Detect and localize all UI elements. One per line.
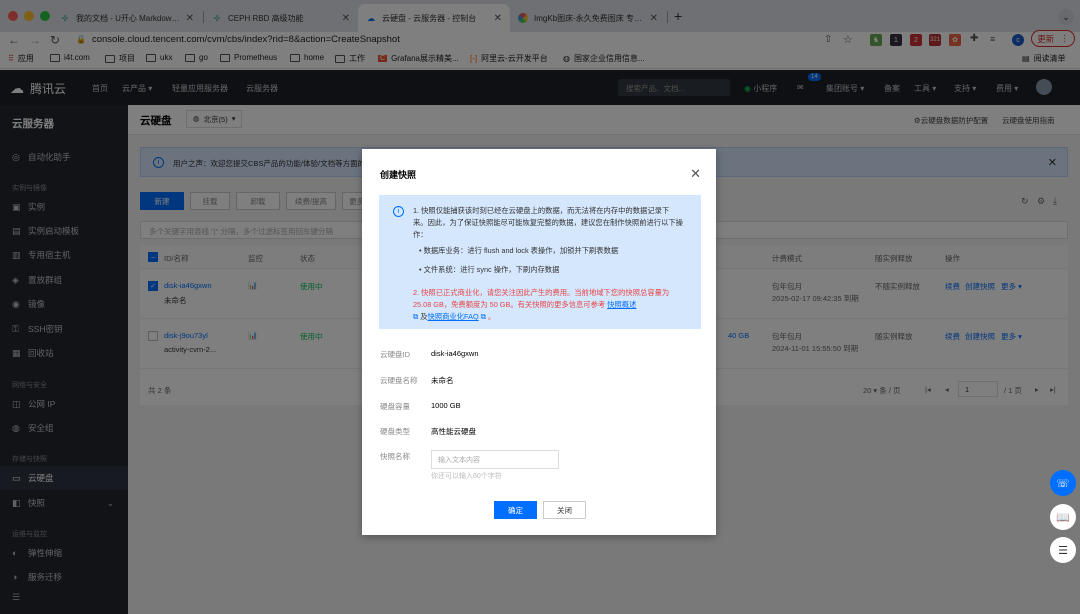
- tip-line-billing: 2. 快照已正式商业化，请您关注因此产生的费用。当前地域下您的快照总容量为 25…: [413, 288, 670, 321]
- disk-name-value: 未命名: [431, 376, 454, 385]
- disk-type-value: 高性能云硬盘: [431, 427, 476, 436]
- field-label: 硬盘类型: [380, 427, 410, 436]
- dialog-title: 创建快照: [380, 170, 417, 180]
- snapshot-faq-link[interactable]: 快照商业化FAQ: [428, 312, 479, 321]
- field-label: 云硬盘名称: [380, 376, 418, 385]
- field-label: 云硬盘ID: [380, 350, 410, 359]
- snapshot-name-label: 快照名称: [380, 452, 410, 461]
- list-menu-icon[interactable]: ☰: [1050, 537, 1076, 563]
- tip-line-1: 1. 快照仅能捕获该时刻已经在云硬盘上的数据，而无法将在内存中的数据记录下来。因…: [413, 206, 683, 239]
- info-icon: i: [393, 206, 404, 217]
- disk-capacity-value: 1000 GB: [431, 401, 461, 410]
- tip-line-fs: • 文件系统：进行 sync 操作，下刷内存数据: [419, 265, 560, 274]
- tip-line-db: • 数据库业务：进行 flush and lock 表操作，加锁并下刷表数据: [419, 246, 619, 255]
- char-count-hint: 你还可以输入60个字符: [431, 473, 502, 480]
- snapshot-name-input[interactable]: 输入文本内容: [431, 450, 559, 469]
- snapshot-tip-box: i 1. 快照仅能捕获该时刻已经在云硬盘上的数据，而无法将在内存中的数据记录下来…: [379, 195, 701, 329]
- snapshot-overview-link[interactable]: 快照概述: [607, 300, 636, 309]
- external-link-icon: ⧉: [480, 312, 486, 321]
- disk-id-value: disk-ia46gxwn: [431, 349, 479, 358]
- support-chat-icon[interactable]: ☏: [1050, 470, 1076, 496]
- confirm-button[interactable]: 确定: [494, 501, 537, 519]
- close-button[interactable]: 关闭: [543, 501, 586, 519]
- docs-book-icon[interactable]: 📖: [1050, 504, 1076, 530]
- create-snapshot-dialog: 创建快照 ✕ i 1. 快照仅能捕获该时刻已经在云硬盘上的数据，而无法将在内存中…: [362, 149, 716, 535]
- external-link-icon: ⧉: [413, 312, 419, 321]
- field-label: 硬盘容量: [380, 402, 410, 411]
- close-icon[interactable]: ✕: [690, 166, 701, 182]
